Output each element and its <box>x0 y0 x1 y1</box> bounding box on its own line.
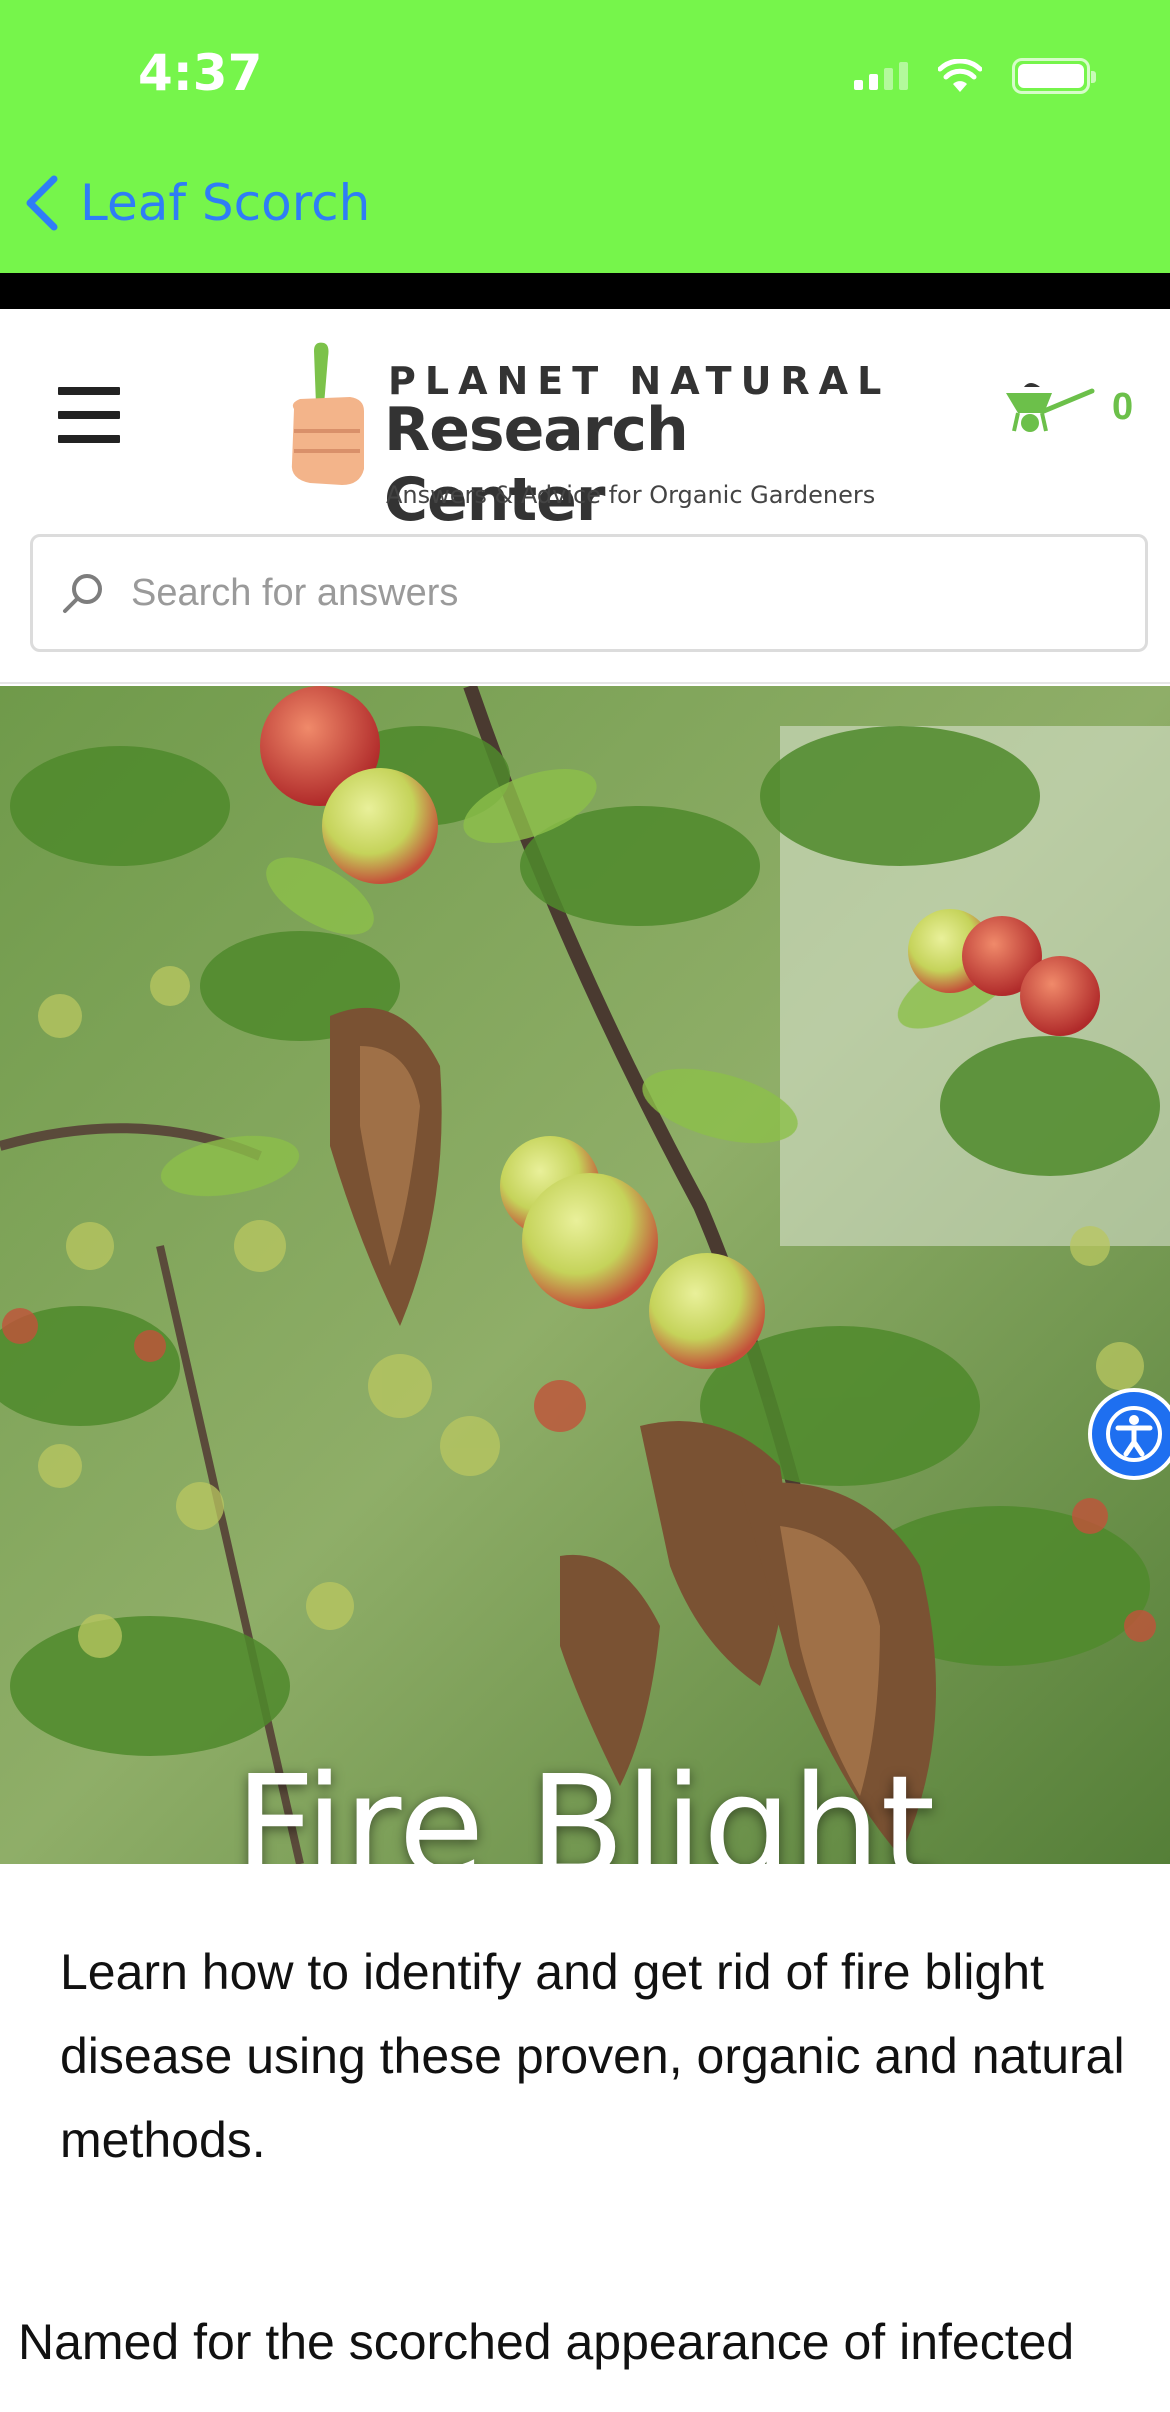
back-button[interactable]: Leaf Scorch <box>24 168 370 238</box>
cart-button[interactable]: 0 <box>1000 379 1133 435</box>
accessibility-button[interactable] <box>1088 1388 1170 1480</box>
wifi-icon <box>938 59 982 92</box>
article-body: Named for the scorched appearance of inf… <box>18 2314 1075 2370</box>
hero-image: Fire Blight <box>0 686 1170 1864</box>
divider-bar <box>0 273 1170 309</box>
cellular-signal-icon <box>854 62 908 90</box>
status-icons <box>854 56 1096 96</box>
site-logo[interactable]: PLANET NATURAL Research Center Answers &… <box>280 339 900 535</box>
app-top-bar: 4:37 Leaf Scorch <box>0 0 1170 273</box>
thumbs-up-logo-icon <box>291 342 364 485</box>
site-header: PLANET NATURAL Research Center Answers &… <box>0 309 1170 684</box>
back-label: Leaf Scorch <box>80 174 371 232</box>
accessibility-icon <box>1106 1406 1162 1462</box>
status-time: 4:37 <box>138 44 263 102</box>
search-box[interactable] <box>30 534 1148 652</box>
search-icon <box>63 574 102 613</box>
search-input[interactable] <box>131 571 1031 615</box>
wheelbarrow-cart-icon <box>1006 383 1095 432</box>
battery-icon <box>1012 58 1096 94</box>
logo-tagline: Answers & Advice for Organic Gardeners <box>386 481 876 509</box>
menu-icon[interactable] <box>58 387 120 443</box>
page-title: Fire Blight <box>234 1746 936 1864</box>
cart-count: 0 <box>1112 385 1134 428</box>
article-intro: Learn how to identify and get rid of fir… <box>60 1944 1125 2168</box>
logo-text-line2: Research Center <box>384 395 689 535</box>
chevron-left-icon <box>26 175 58 231</box>
fruit-tree-photo <box>0 686 1170 1864</box>
